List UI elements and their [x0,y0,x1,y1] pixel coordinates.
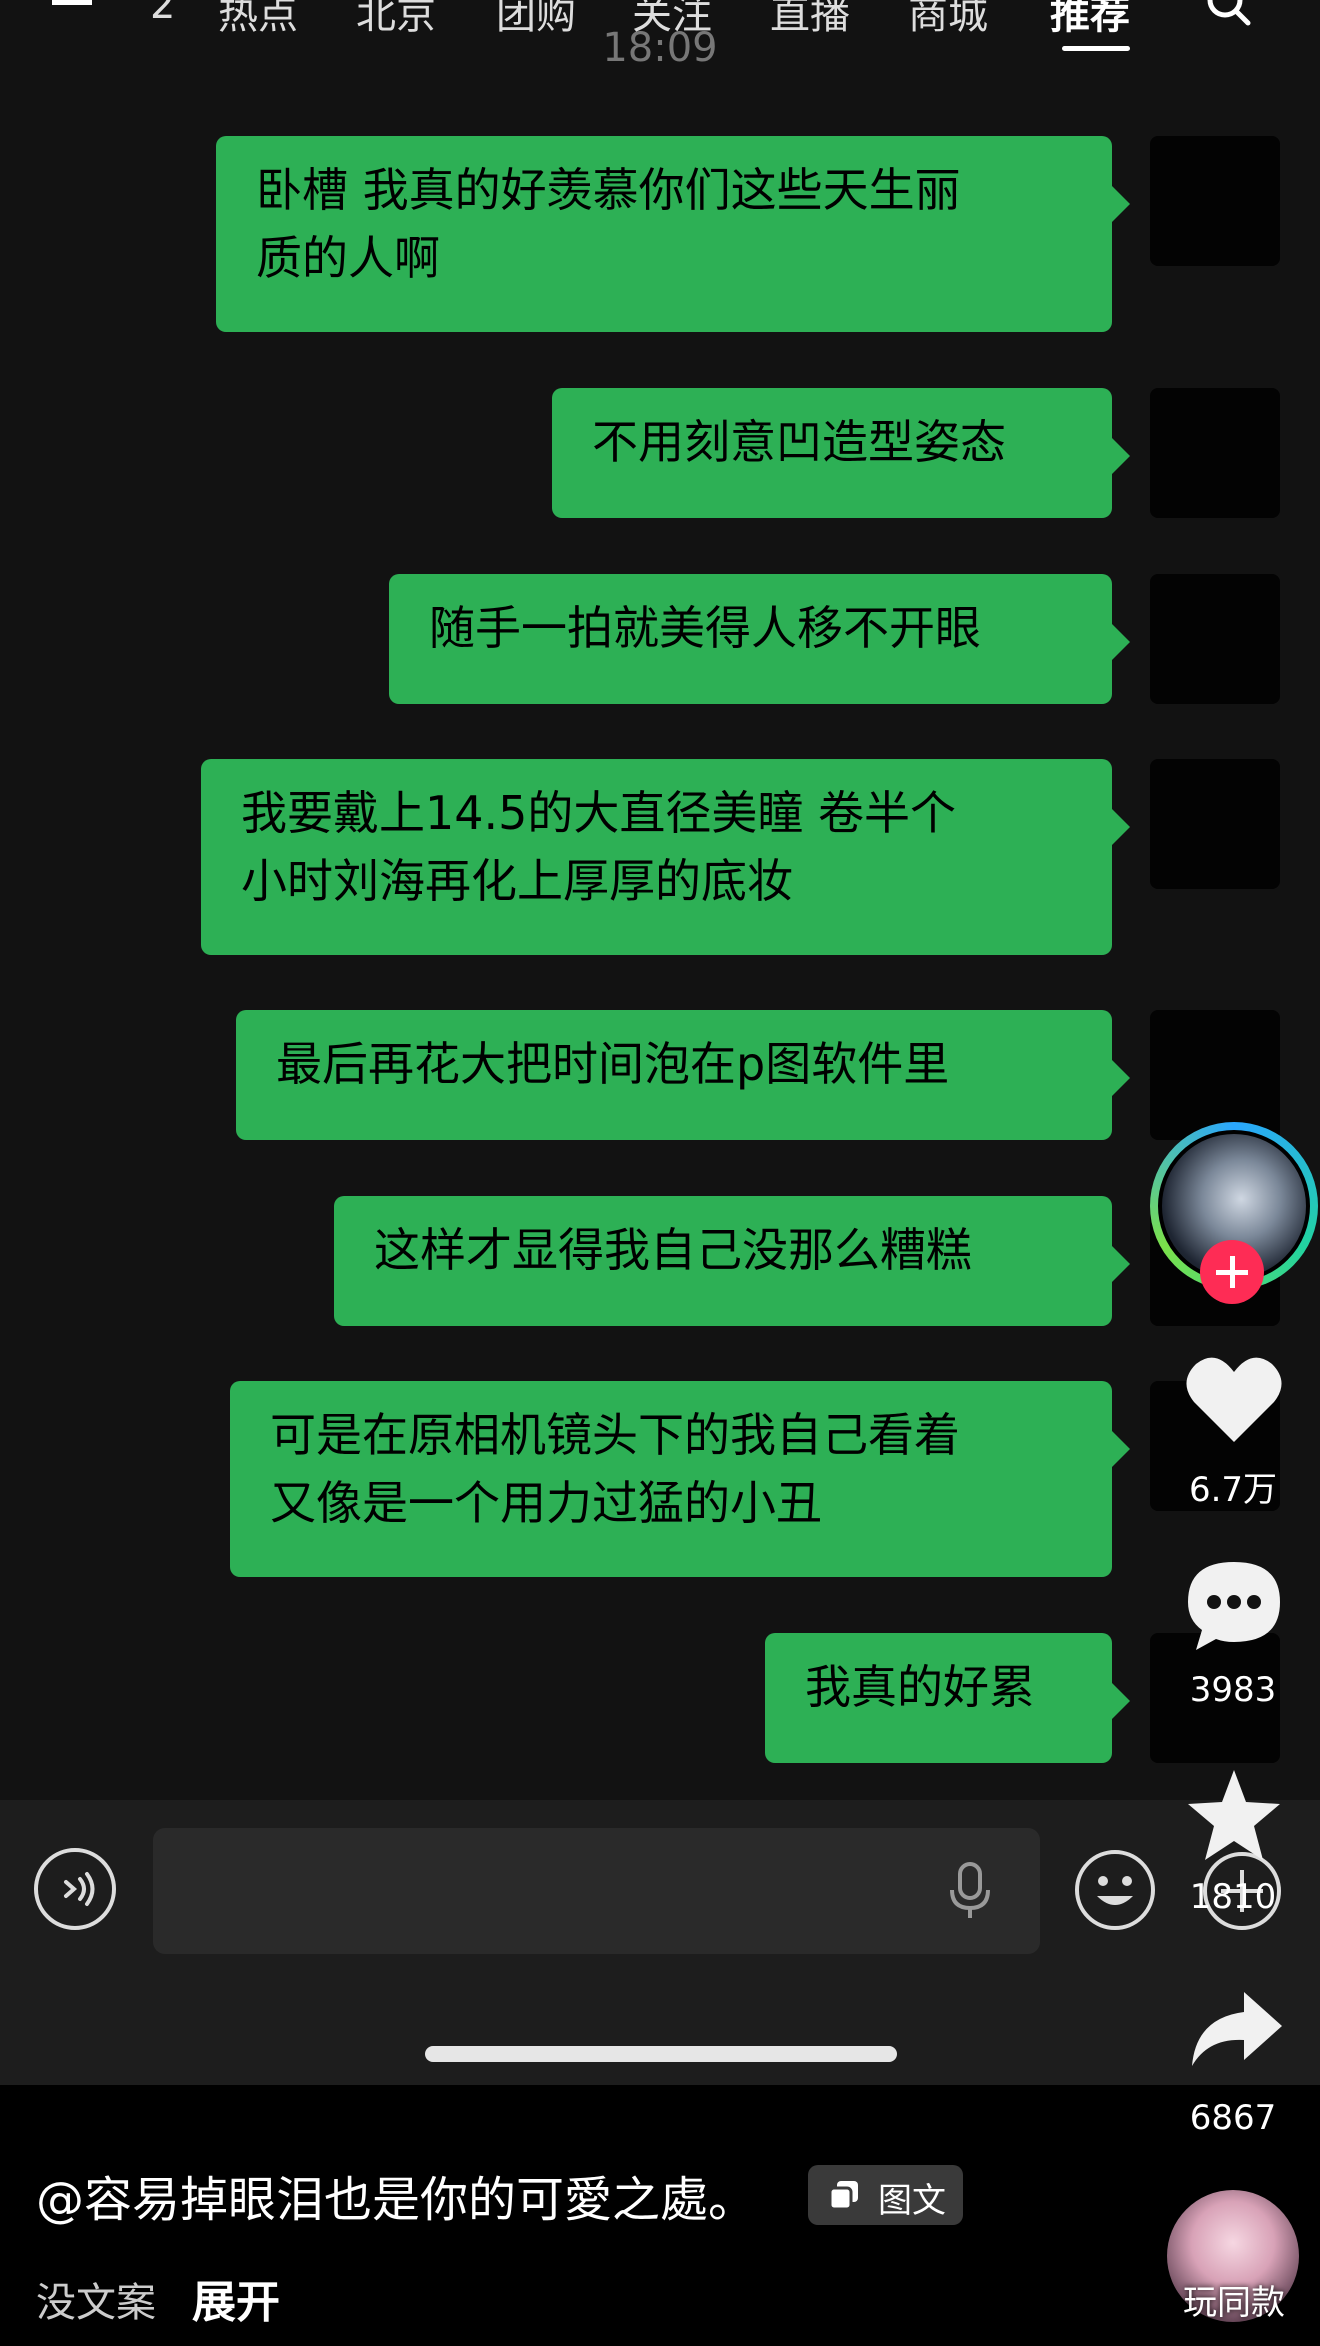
like-icon[interactable] [1184,1352,1284,1446]
sender-avatar [1150,388,1280,518]
message-text: 又像是一个用力过猛的小丑 [270,1476,822,1530]
tab-hot[interactable]: 热点 [218,0,298,40]
tab-following[interactable]: 关注 [632,0,712,40]
comment-icon[interactable] [1184,1558,1284,1654]
message-bubble: 我真的好累 [765,1633,1130,1763]
microphone-icon [950,1862,990,1918]
message-text: 可是在原相机镜头下的我自己看着 [270,1408,960,1462]
no-caption-label: 没文案 [36,2280,156,2326]
tab-live[interactable]: 直播 [770,0,850,40]
sender-avatar [1150,136,1280,266]
sender-avatar [1150,759,1280,889]
emoji-icon [1075,1850,1155,1930]
screen: 18:09 卧槽 我真的好羡慕你们这些天生丽 质的人啊 不用刻意凹造型姿态 随手… [0,0,1320,2346]
follow-button[interactable] [1200,1240,1264,1304]
search-icon[interactable] [1205,0,1251,26]
active-tab-indicator [1062,46,1130,51]
tab-recommend[interactable]: 推荐 [1050,0,1130,40]
menu-icon[interactable] [52,0,92,13]
message-bubble: 不用刻意凹造型姿态 [552,388,1130,518]
message-text: 质的人啊 [256,231,440,285]
share-arrow-icon[interactable] [1188,1988,1284,2068]
favorite-count: 1810 [1189,1877,1277,1917]
tab-mall[interactable]: 商城 [908,0,988,40]
message-input [153,1828,1040,1954]
message-text: 卧槽 我真的好羡慕你们这些天生丽 [256,163,961,217]
message-bubble: 我要戴上14.5的大直径美瞳 卷半个 小时刘海再化上厚厚的底妆 [201,759,1130,955]
image-text-badge: 图文 [808,2165,963,2225]
home-indicator [425,2046,897,2062]
comment-count: 3983 [1189,1670,1277,1710]
like-count: 6.7万 [1188,1470,1278,1510]
message-text: 随手一拍就美得人移不开眼 [429,601,981,655]
sender-avatar [1150,1010,1280,1140]
message-bubble: 这样才显得我自己没那么糟糕 [334,1196,1130,1326]
message-text: 这样才显得我自己没那么糟糕 [374,1223,972,1277]
favorite-star-icon[interactable] [1184,1766,1284,1862]
voice-icon [34,1848,116,1930]
share-count: 6867 [1189,2098,1277,2138]
tab-beijing[interactable]: 北京 [356,0,436,40]
badge-label: 图文 [878,2181,946,2221]
use-template-label[interactable]: 玩同款 [1170,2275,1298,2324]
gallery-icon [828,2181,858,2211]
message-text: 我要戴上14.5的大直径美瞳 卷半个 [241,786,957,840]
top-nav: 2 热点 北京 团购 关注 直播 商城 推荐 [0,0,1320,51]
message-text: 小时刘海再化上厚厚的底妆 [241,854,793,908]
message-bubble: 可是在原相机镜头下的我自己看着 又像是一个用力过猛的小丑 [230,1381,1130,1577]
message-bubble: 卧槽 我真的好羡慕你们这些天生丽 质的人啊 [216,136,1130,332]
expand-link[interactable]: 展开 [192,2266,280,2330]
message-text: 我真的好累 [805,1660,1035,1714]
video-caption[interactable]: @容易掉眼泪也是你的可愛之處。 [36,2160,756,2230]
tab-groupbuy[interactable]: 团购 [496,0,576,40]
message-bubble: 随手一拍就美得人移不开眼 [389,574,1130,704]
chat-screenshot: 18:09 卧槽 我真的好羡慕你们这些天生丽 质的人啊 不用刻意凹造型姿态 随手… [0,0,1320,2085]
message-text: 最后再花大把时间泡在p图软件里 [276,1037,950,1091]
message-bubble: 最后再花大把时间泡在p图软件里 [236,1010,1130,1140]
tab-badge[interactable]: 2 [150,0,175,28]
voice-icon [64,1872,95,1906]
message-text: 不用刻意凹造型姿态 [592,415,1006,469]
sender-avatar [1150,574,1280,704]
